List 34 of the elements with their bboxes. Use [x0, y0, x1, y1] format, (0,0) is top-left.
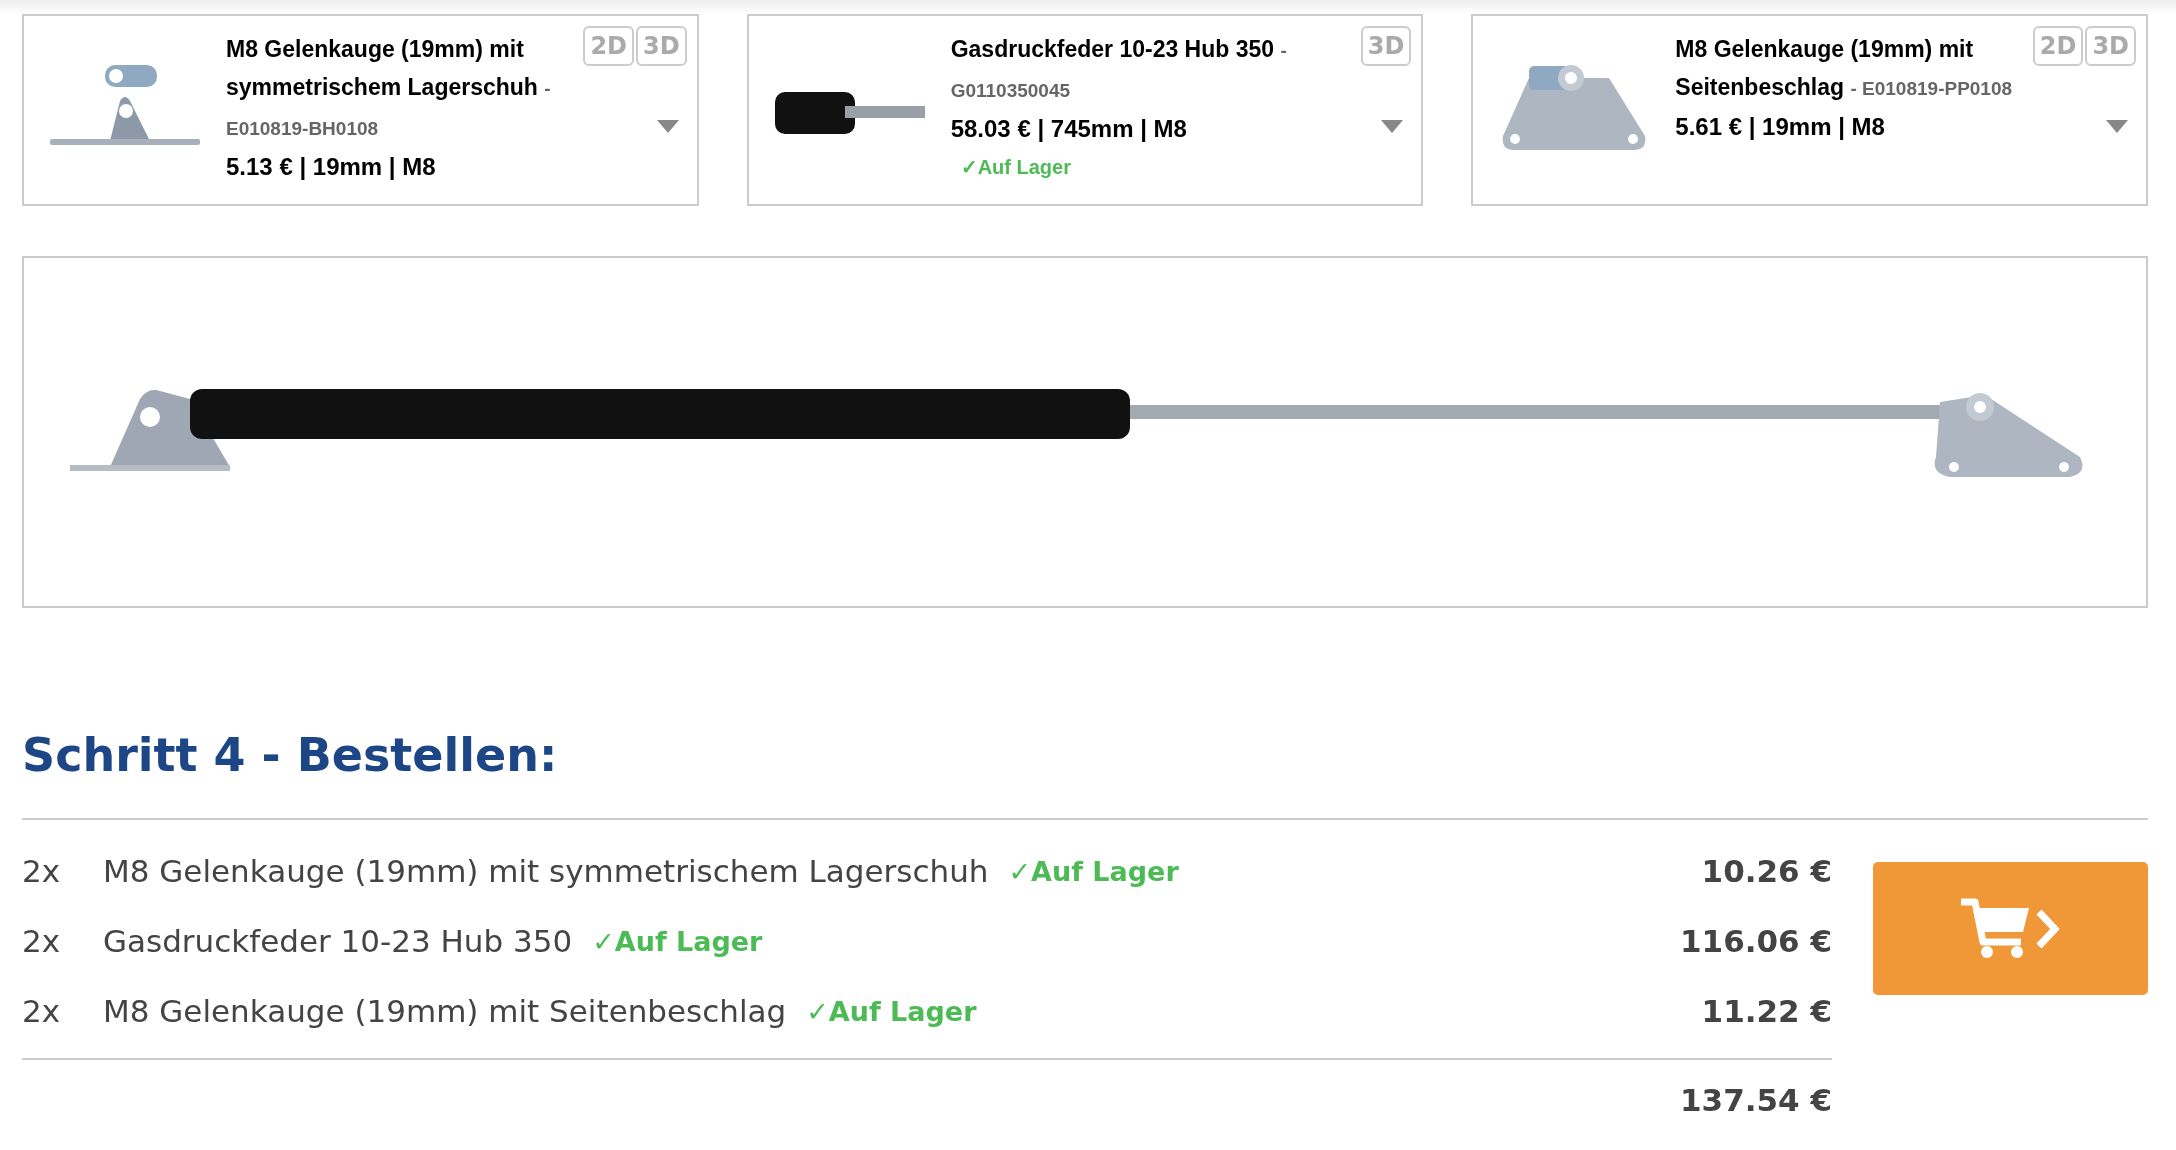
item-name: M8 Gelenkauge (19mm) mit symmetrischem Lagerschuh [103, 853, 989, 889]
view-button[interactable]: 3D [2085, 26, 2136, 66]
product-specs: 5.61 € | 19mm | M8 [1675, 112, 1886, 142]
view-button[interactable]: 3D [636, 26, 687, 66]
quantity: 2x [22, 993, 62, 1029]
view-button[interactable]: 3D [1360, 26, 1412, 66]
product-card[interactable]: M8 Gelenkauge (19mm) mit symmetrischem Lagerschuh - E010819-BH0108 5.13 € | 19mm | M8 2D 3D [22, 14, 699, 206]
caret-icon[interactable] [2106, 120, 2128, 133]
stock-status: ✓Auf Lager [1008, 855, 1179, 887]
cart-icon [1960, 897, 2061, 960]
stock-status: ✓Auf Lager [960, 155, 1072, 180]
quantity: 2x [22, 853, 62, 889]
item-name: Gasdruckfeder 10-23 Hub 350 [103, 923, 573, 959]
view-button[interactable]: 2D [583, 26, 635, 66]
caret-icon[interactable] [1381, 120, 1404, 133]
step-heading: Schritt 4 - Bestellen: [22, 728, 559, 782]
item-price: 116.06 € [1680, 923, 1832, 959]
item-name: M8 Gelenkauge (19mm) mit Seitenbeschlag [103, 993, 787, 1029]
product-title: Gasdruckfeder 10-23 Hub 350 - G0110350045 [950, 35, 1288, 103]
product-specs: 5.13 € | 19mm | M8 [226, 152, 437, 182]
total-price: 137.54 € [1680, 1082, 1832, 1118]
product-card[interactable]: M8 Gelenkauge (19mm) mit Seitenbeschlag - E010819-PP0108 5.61 € | 19mm | M8 2D 3D [1471, 14, 2148, 206]
product-specs: 58.03 € | 745mm | M8 [950, 114, 1188, 144]
product-title: M8 Gelenkauge (19mm) mit Seitenbeschlag - E010819-PP0108 [1675, 35, 2014, 102]
caret-icon[interactable] [656, 120, 679, 133]
view-button[interactable]: 2D [2032, 26, 2084, 66]
item-price: 10.26 € [1701, 853, 1832, 889]
product-title: M8 Gelenkauge (19mm) mit symmetrischem Lagerschuh - E010819-BH0108 [226, 35, 552, 141]
stock-status: ✓Auf Lager [592, 925, 763, 957]
item-price: 11.22 € [1701, 993, 1832, 1029]
cart-button[interactable] [1873, 862, 2148, 995]
product-card[interactable]: Gasdruckfeder 10-23 Hub 350 - G0110350045 58.03 € | 745mm | M8 ✓Auf Lager 3D [746, 14, 1424, 206]
quantity: 2x [22, 923, 62, 959]
stock-status: ✓Auf Lager [806, 995, 977, 1027]
